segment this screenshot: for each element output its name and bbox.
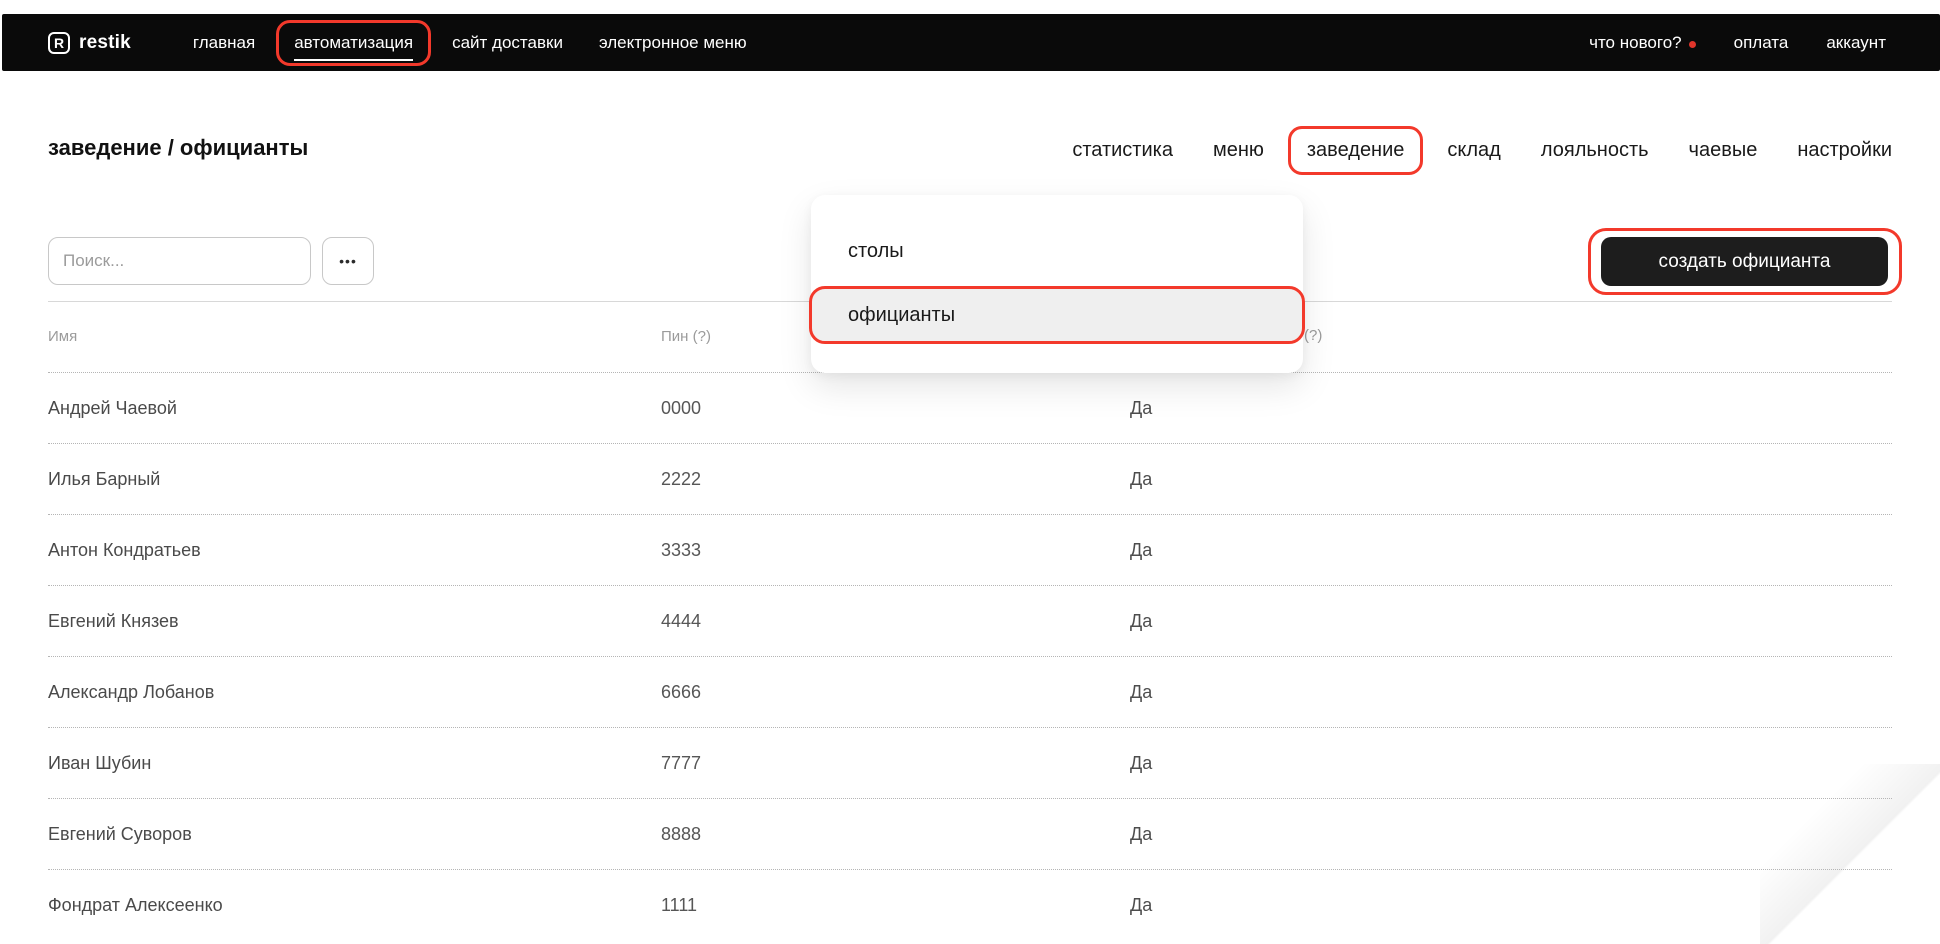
topnav-item-sait-dostavki[interactable]: сайт доставки	[452, 33, 563, 53]
restik-logo-text: restik	[79, 32, 131, 54]
search-input[interactable]	[48, 237, 311, 285]
waiter-pin: 4444	[661, 611, 1130, 632]
top-nav-right: что нового? оплата аккаунт	[1589, 33, 1940, 53]
whats-new-label: что нового?	[1589, 33, 1682, 53]
table-row[interactable]: Александр Лобанов 6666 Да	[48, 656, 1892, 727]
subnav-item-zavedenie[interactable]: заведение	[1307, 139, 1405, 161]
table-row[interactable]: Илья Барный 2222 Да	[48, 443, 1892, 514]
waiter-pin: 3333	[661, 540, 1130, 561]
waiter-name: Илья Барный	[48, 469, 661, 490]
topnav-active-label: автоматизация	[294, 33, 413, 61]
waiter-app-access: Да	[1130, 398, 1152, 419]
table-row[interactable]: Фондрат Алексеенко 1111 Да	[48, 869, 1892, 940]
waiter-name: Евгений Суворов	[48, 824, 661, 845]
topnav-item-glavnaya[interactable]: главная	[193, 33, 255, 53]
waiter-name: Иван Шубин	[48, 753, 661, 774]
subnav-item-nastroiki[interactable]: настройки	[1797, 139, 1892, 162]
waiter-pin: 6666	[661, 682, 1130, 703]
subnav-item-menu[interactable]: меню	[1213, 139, 1264, 162]
top-nav-links: главная автоматизация сайт доставки элек…	[193, 30, 747, 56]
whats-new-link[interactable]: что нового?	[1589, 33, 1696, 53]
page: R restik главная автоматизация сайт дост…	[0, 0, 1940, 944]
topnav-item-akkaunt[interactable]: аккаунт	[1826, 33, 1886, 53]
waiter-pin: 8888	[661, 824, 1130, 845]
waiter-name: Александр Лобанов	[48, 682, 661, 703]
subnav-item-loyalnost[interactable]: лояльность	[1541, 139, 1649, 162]
waiter-app-access: Да	[1130, 540, 1152, 561]
waiter-pin: 7777	[661, 753, 1130, 774]
waiter-pin: 0000	[661, 398, 1130, 419]
subnav-item-chaevye[interactable]: чаевые	[1689, 139, 1758, 162]
waiter-name: Андрей Чаевой	[48, 398, 661, 419]
section-nav: статистика меню заведение склад лояльнос…	[1072, 136, 1892, 165]
restik-logo[interactable]: R restik	[48, 32, 131, 54]
breadcrumb: заведение / официанты	[48, 135, 308, 161]
waiter-app-access: Да	[1130, 824, 1152, 845]
more-options-button[interactable]: •••	[322, 237, 374, 285]
annotation-box-avtomatizaciya: автоматизация	[276, 20, 431, 66]
waiter-app-access: Да	[1130, 753, 1152, 774]
topnav-item-oplata[interactable]: оплата	[1734, 33, 1789, 53]
top-navbar: R restik главная автоматизация сайт дост…	[2, 14, 1940, 71]
table-row[interactable]: Евгений Князев 4444 Да	[48, 585, 1892, 656]
waiter-app-access: Да	[1130, 469, 1152, 490]
topnav-item-elektronnoe-menu[interactable]: электронное меню	[599, 33, 747, 53]
waiter-app-access: Да	[1130, 682, 1152, 703]
column-header-third-partial: (?)	[1304, 327, 1322, 344]
restik-logo-icon: R	[48, 32, 70, 54]
subnav-item-statistika[interactable]: статистика	[1072, 139, 1173, 162]
create-waiter-button[interactable]: создать официанта	[1601, 237, 1888, 286]
zavedenie-dropdown-menu: столы официанты	[811, 195, 1303, 373]
waiter-name: Фондрат Алексеенко	[48, 895, 661, 916]
waiter-pin: 1111	[661, 895, 1130, 916]
topnav-item-avtomatizaciya[interactable]: автоматизация	[294, 33, 413, 52]
subnav-item-sklad[interactable]: склад	[1447, 139, 1500, 162]
waiter-name: Евгений Князев	[48, 611, 661, 632]
table-row[interactable]: Антон Кондратьев 3333 Да	[48, 514, 1892, 585]
dropdown-item-stoly[interactable]: столы	[811, 225, 1303, 277]
ellipsis-icon: •••	[339, 253, 357, 269]
dropdown-item-ofitsianty[interactable]: официанты	[809, 286, 1305, 344]
column-header-name: Имя	[48, 328, 661, 345]
table-row[interactable]: Андрей Чаевой 0000 Да	[48, 372, 1892, 443]
waiter-pin: 2222	[661, 469, 1130, 490]
new-badge-dot-icon	[1689, 41, 1696, 48]
waiter-app-access: Да	[1130, 611, 1152, 632]
annotation-box-zavedenie: заведение	[1288, 126, 1424, 175]
waiter-app-access: Да	[1130, 895, 1152, 916]
table-row[interactable]: Евгений Суворов 8888 Да	[48, 798, 1892, 869]
table-row[interactable]: Иван Шубин 7777 Да	[48, 727, 1892, 798]
waiter-name: Антон Кондратьев	[48, 540, 661, 561]
